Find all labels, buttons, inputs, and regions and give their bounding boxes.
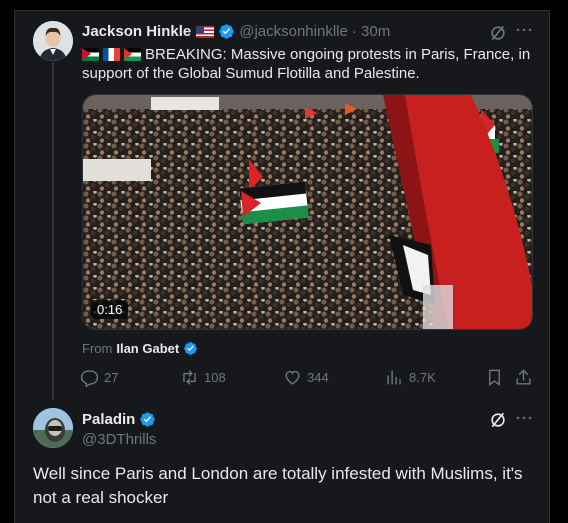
author-handle[interactable]: @jacksonhinklle	[239, 23, 348, 40]
us-flag-icon	[196, 25, 215, 38]
share-button[interactable]	[514, 368, 538, 387]
author-name[interactable]: Jackson Hinkle	[82, 23, 191, 40]
reply-header: Paladin	[82, 411, 160, 428]
tweet-header: Jackson Hinkle @jacksonhinklle · 30m	[82, 23, 390, 40]
analytics-icon	[387, 370, 401, 385]
heart-icon	[285, 370, 300, 385]
grok-icon[interactable]	[489, 24, 507, 42]
bookmark-icon	[489, 369, 500, 387]
reply-count: 27	[104, 370, 119, 385]
repost-button[interactable]: 108	[180, 368, 226, 387]
reply-text: Well since Paris and London are totally …	[33, 464, 523, 507]
avatar[interactable]	[33, 408, 73, 448]
share-icon	[516, 369, 531, 385]
source-account-name[interactable]: Ilan Gabet	[116, 341, 179, 356]
video-thumbnail	[83, 95, 532, 329]
view-count: 8.7K	[409, 370, 436, 385]
avatar[interactable]	[33, 21, 73, 61]
from-label: From	[82, 341, 113, 356]
timestamp[interactable]: · 30m	[352, 23, 390, 40]
tweet-text: BREAKING: Massive ongoing protests in Pa…	[82, 45, 532, 83]
france-flag-icon	[103, 48, 120, 61]
views-button[interactable]: 8.7K	[385, 368, 436, 387]
like-count: 344	[307, 370, 329, 385]
author-name[interactable]: Paladin	[82, 411, 135, 428]
repost-count: 108	[204, 370, 226, 385]
media-attribution: From Ilan Gabet	[82, 341, 202, 356]
thread-connector-line	[52, 62, 54, 400]
repost-icon	[183, 370, 196, 385]
verified-badge-icon[interactable]	[139, 411, 156, 428]
verified-badge-icon[interactable]	[218, 23, 235, 40]
verified-badge-icon	[184, 342, 198, 355]
video-duration: 0:16	[91, 300, 129, 319]
like-button[interactable]: 344	[283, 368, 329, 387]
grok-icon[interactable]	[489, 411, 507, 429]
more-options-icon[interactable]: ···	[516, 22, 534, 39]
video-player[interactable]: 0:16	[82, 94, 533, 330]
reply-icon	[80, 370, 99, 387]
more-options-icon[interactable]: ···	[516, 410, 534, 427]
jordan-flag-icon	[82, 48, 99, 61]
author-handle[interactable]: @3DThrills	[82, 431, 156, 448]
tweet-actions: 27 108 344 8.7K	[80, 368, 536, 390]
palestine-flag-icon	[124, 48, 141, 61]
reply-button[interactable]: 27	[80, 368, 118, 387]
tweet-body: BREAKING: Massive ongoing protests in Pa…	[82, 46, 531, 82]
flag-emojis	[82, 48, 141, 61]
bookmark-button[interactable]	[485, 368, 509, 387]
